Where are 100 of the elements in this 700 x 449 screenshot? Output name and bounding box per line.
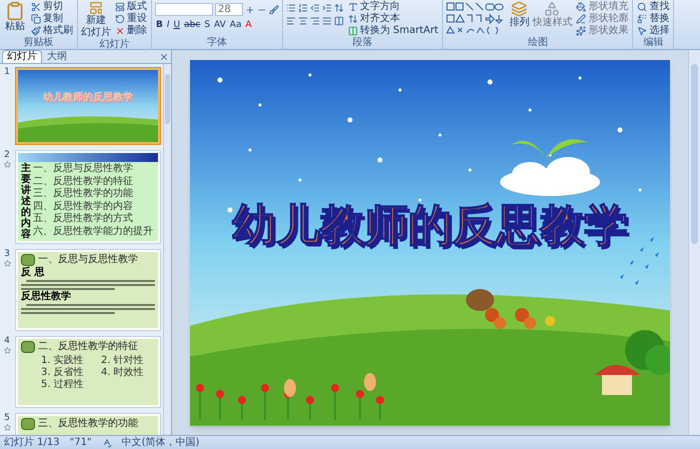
slide-number: 4 bbox=[4, 336, 10, 347]
slide-number: 1 bbox=[4, 67, 10, 78]
bullets-icon bbox=[286, 3, 296, 13]
slide-thumbnail[interactable]: 三、反思性教学的功能 bbox=[15, 413, 161, 435]
new-slide-button[interactable]: 新建 幻灯片 bbox=[81, 1, 111, 39]
list-item: 2. 针对性 bbox=[101, 355, 145, 366]
ribbon-button[interactable]: 删除 bbox=[114, 25, 148, 37]
align-center-icon bbox=[298, 16, 308, 26]
brush-icon bbox=[31, 26, 41, 36]
quick-styles-button[interactable]: 快速样式 bbox=[532, 1, 572, 37]
slide-number: 5 bbox=[4, 413, 10, 424]
list-item: 3. 反省性 bbox=[41, 367, 85, 378]
panel-tab[interactable]: 大纲 bbox=[43, 51, 71, 63]
animation-icon bbox=[4, 161, 10, 168]
ribbon-button[interactable]: 重设 bbox=[114, 13, 148, 25]
slide-number: 2 bbox=[4, 150, 10, 161]
group-label: 段落 bbox=[352, 37, 374, 49]
slide-number: 3 bbox=[4, 249, 10, 260]
section-heading: 反 思 bbox=[21, 267, 46, 278]
fill-icon bbox=[576, 2, 586, 12]
line-spacing-icon bbox=[334, 3, 344, 13]
ribbon-button[interactable]: 转换为 SmartArt bbox=[347, 25, 440, 37]
search-icon bbox=[637, 2, 648, 12]
thumbnail-title: 二、反思性教学的特征 bbox=[38, 341, 138, 353]
list-item: 5. 过程性 bbox=[41, 379, 85, 391]
format-button[interactable]: I bbox=[166, 19, 171, 31]
text-direction-icon bbox=[348, 2, 358, 12]
format-button[interactable]: Aa bbox=[228, 19, 242, 31]
scrollbar[interactable] bbox=[163, 64, 171, 435]
format-button[interactable]: U bbox=[172, 19, 182, 31]
ribbon-button[interactable]: 复制 bbox=[30, 13, 74, 25]
effects-icon bbox=[576, 26, 586, 36]
animation-icon bbox=[4, 424, 10, 431]
reset-icon bbox=[115, 14, 125, 24]
thumbnail-title: 一、反思与反思性教学 bbox=[38, 254, 138, 266]
pointer-icon bbox=[637, 26, 648, 36]
contents-item: 四、反思性教学的内容 bbox=[33, 200, 134, 212]
contents-item: 一、反思与反思性教学 bbox=[33, 163, 134, 176]
ribbon-button[interactable]: 形状轮廓 bbox=[575, 13, 630, 25]
contents-item: 二、反思性教学的特征 bbox=[33, 176, 134, 188]
group-label: 幻灯片 bbox=[98, 39, 130, 51]
theme-name: "71" bbox=[70, 436, 92, 448]
slide-count: 幻灯片 1/13 bbox=[4, 436, 60, 448]
sticker-drawing bbox=[21, 418, 35, 430]
paste-button[interactable]: 粘贴 bbox=[3, 1, 27, 37]
arrange-button[interactable]: 排列 bbox=[509, 1, 530, 37]
shapes-gallery-drawing[interactable] bbox=[446, 1, 506, 37]
slide-thumbnail[interactable]: 二、反思性教学的特征 1. 实践性 2. 针对性 3. 反省性 4. 时效性 5. 过程性 bbox=[15, 336, 161, 408]
ribbon-button[interactable]: 替换 bbox=[636, 13, 670, 25]
ribbon-button[interactable]: 查找 bbox=[636, 1, 670, 13]
align-text-icon bbox=[348, 14, 358, 24]
language: 中文(简体，中国) bbox=[122, 436, 200, 448]
font-size-field[interactable]: 28 bbox=[215, 3, 243, 16]
format-button[interactable]: abc bbox=[183, 19, 202, 31]
layout-icon bbox=[115, 2, 125, 12]
ribbon-button[interactable]: 文字方向 bbox=[347, 1, 440, 13]
ribbon-button[interactable]: 选择 bbox=[636, 25, 670, 37]
copy-icon bbox=[31, 14, 41, 24]
spell-check-icon bbox=[102, 438, 112, 448]
replace-icon bbox=[637, 14, 648, 24]
slide-thumbnail[interactable]: 一、反思与反思性教学 反 思 反思性教学 bbox=[15, 249, 161, 331]
contents-item: 三、反思性教学的功能 bbox=[33, 188, 134, 200]
arrange-icon bbox=[511, 1, 528, 17]
thumbnail-title: 幼儿教师的反思教学 bbox=[42, 90, 134, 104]
numbering-icon bbox=[298, 3, 308, 13]
scissors-icon bbox=[31, 2, 41, 12]
font-field[interactable] bbox=[155, 3, 213, 16]
panel-tab[interactable]: 幻灯片 bbox=[2, 50, 42, 63]
outdent-icon bbox=[310, 3, 320, 13]
format-button[interactable]: S bbox=[203, 19, 212, 31]
align-right-icon bbox=[310, 16, 320, 26]
format-button[interactable]: A bbox=[244, 19, 253, 31]
format-button[interactable]: B bbox=[155, 19, 164, 31]
vertical-title: 主要讲述的内容 bbox=[21, 163, 31, 240]
clipboard-icon bbox=[5, 1, 25, 21]
ribbon-button[interactable]: 形状效果 bbox=[575, 25, 630, 37]
align-left-icon bbox=[286, 16, 296, 26]
group-label: 编辑 bbox=[642, 37, 664, 49]
scrollbar[interactable] bbox=[688, 50, 700, 435]
slide-title: 幼儿教师的反思教学 bbox=[231, 200, 629, 252]
justify-icon bbox=[322, 16, 332, 26]
section-heading: 反思性教学 bbox=[21, 291, 72, 302]
ribbon-button[interactable]: 格式刷 bbox=[30, 25, 74, 37]
ribbon-button[interactable]: 形状填充 bbox=[575, 1, 630, 13]
ribbon-button[interactable]: 剪切 bbox=[30, 1, 74, 13]
contents-item: 五、反思性教学的方式 bbox=[33, 213, 134, 226]
group-label: 剪贴板 bbox=[22, 37, 54, 49]
clear-format-icon bbox=[269, 4, 279, 14]
ribbon-button[interactable]: 版式 bbox=[114, 1, 148, 13]
list-item: 1. 实践性 bbox=[41, 355, 85, 366]
slide-icon bbox=[89, 1, 103, 15]
animation-icon bbox=[4, 347, 10, 354]
sticker-drawing bbox=[21, 341, 35, 353]
format-button[interactable]: AV bbox=[213, 19, 227, 31]
thumbnail-title: 三、反思性教学的功能 bbox=[38, 418, 138, 430]
group-label: 字体 bbox=[206, 37, 228, 49]
group-label: 绘图 bbox=[526, 37, 549, 49]
ribbon-button[interactable]: 对齐文本 bbox=[347, 13, 440, 25]
quick-styles-icon bbox=[544, 1, 560, 17]
animation-icon bbox=[4, 260, 10, 267]
